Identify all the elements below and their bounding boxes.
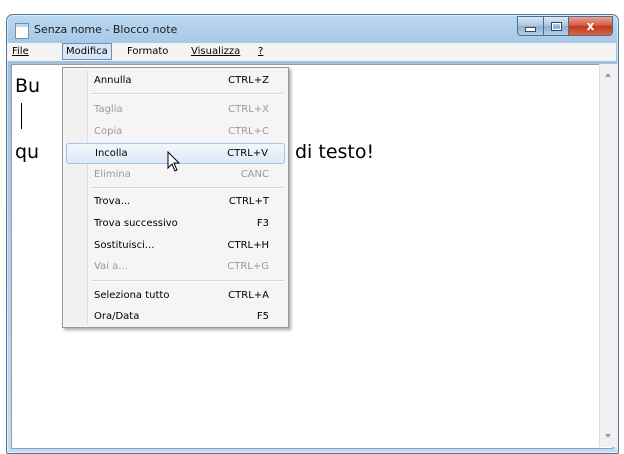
title-bar[interactable]: Senza nome - Blocco note x xyxy=(7,15,618,43)
menu-item-label: Trova... xyxy=(94,196,131,207)
menu-item-copia[interactable]: Copia CTRL+C xyxy=(66,122,285,141)
menu-item-shortcut: CTRL+H xyxy=(227,240,269,251)
menu-item-shortcut: F3 xyxy=(256,218,269,229)
menu-item-shortcut: CTRL+Z xyxy=(228,75,269,86)
menu-separator xyxy=(91,93,284,95)
menu-item-label: Copia xyxy=(94,126,123,137)
editor-line-3-start: qu xyxy=(15,141,40,163)
minimize-icon xyxy=(525,26,536,32)
menu-item-label: Sostituisci... xyxy=(94,240,155,251)
menu-item-trova-successivo[interactable]: Trova successivo F3 xyxy=(66,214,285,233)
minimize-button[interactable] xyxy=(517,16,544,36)
menu-item-shortcut: CTRL+A xyxy=(228,290,269,301)
menu-item-label: Seleziona tutto xyxy=(94,290,170,301)
menu-separator xyxy=(91,280,284,282)
menu-item-shortcut: F5 xyxy=(256,311,269,322)
editor-line-3-end: di testo! xyxy=(295,141,375,163)
notepad-icon[interactable] xyxy=(15,23,29,39)
menu-bar: File Modifica Formato Visualizza ? xyxy=(7,43,616,61)
menu-visualizza[interactable]: Visualizza xyxy=(188,44,243,59)
menu-help[interactable]: ? xyxy=(255,44,266,59)
menu-item-annulla[interactable]: Annulla CTRL+Z xyxy=(66,71,285,90)
close-icon: x xyxy=(586,19,595,33)
menu-separator xyxy=(91,187,284,189)
pointer-shape xyxy=(167,151,181,172)
scroll-down-icon[interactable] xyxy=(605,434,611,438)
menu-item-shortcut: CTRL+G xyxy=(227,261,269,272)
menu-item-taglia[interactable]: Taglia CTRL+X xyxy=(66,100,285,119)
menu-visualizza-label: Visualizza xyxy=(191,46,241,57)
menu-help-label: ? xyxy=(258,46,264,57)
menu-item-shortcut: CANC xyxy=(240,169,269,180)
scroll-up-icon[interactable] xyxy=(605,73,611,77)
menu-modifica[interactable]: Modifica xyxy=(62,43,112,60)
menu-item-label: Elimina xyxy=(94,169,131,180)
menu-item-shortcut: CTRL+C xyxy=(228,126,269,137)
menu-file-label: File xyxy=(12,46,29,57)
menu-item-label: Vai a... xyxy=(94,261,128,272)
menu-file[interactable]: File xyxy=(9,44,32,59)
menu-item-vai-a[interactable]: Vai a... CTRL+G xyxy=(66,257,285,276)
mouse-pointer-graphic xyxy=(167,151,181,172)
maximize-button[interactable] xyxy=(544,16,569,36)
menu-item-label: Annulla xyxy=(94,75,132,86)
editor-line-1: Bu xyxy=(15,75,41,97)
modifica-dropdown-menu: Annulla CTRL+Z Taglia CTRL+X Copia CTRL+… xyxy=(62,67,289,328)
menu-formato-label: Formato xyxy=(127,46,169,57)
menu-item-ora-data[interactable]: Ora/Data F5 xyxy=(66,307,285,326)
menu-item-label: Incolla xyxy=(95,148,128,159)
menu-item-shortcut: CTRL+V xyxy=(227,148,268,159)
text-caret xyxy=(21,103,22,129)
menu-item-seleziona-tutto[interactable]: Seleziona tutto CTRL+A xyxy=(66,286,285,305)
menu-formato[interactable]: Formato xyxy=(124,44,171,59)
menu-item-label: Trova successivo xyxy=(94,218,178,229)
close-button[interactable]: x xyxy=(569,16,613,36)
menu-item-label: Taglia xyxy=(94,104,123,115)
window-title: Senza nome - Blocco note xyxy=(34,23,178,36)
menu-item-label: Ora/Data xyxy=(94,311,140,322)
menu-item-sostituisci[interactable]: Sostituisci... CTRL+H xyxy=(66,236,285,255)
maximize-icon xyxy=(550,21,562,31)
menu-item-shortcut: CTRL+X xyxy=(228,104,269,115)
vertical-scrollbar[interactable] xyxy=(599,64,618,447)
menu-item-trova[interactable]: Trova... CTRL+T xyxy=(66,192,285,211)
caption-buttons: x xyxy=(517,16,613,36)
menu-item-shortcut: CTRL+T xyxy=(228,196,269,207)
menu-modifica-label: Modifica xyxy=(66,46,108,57)
